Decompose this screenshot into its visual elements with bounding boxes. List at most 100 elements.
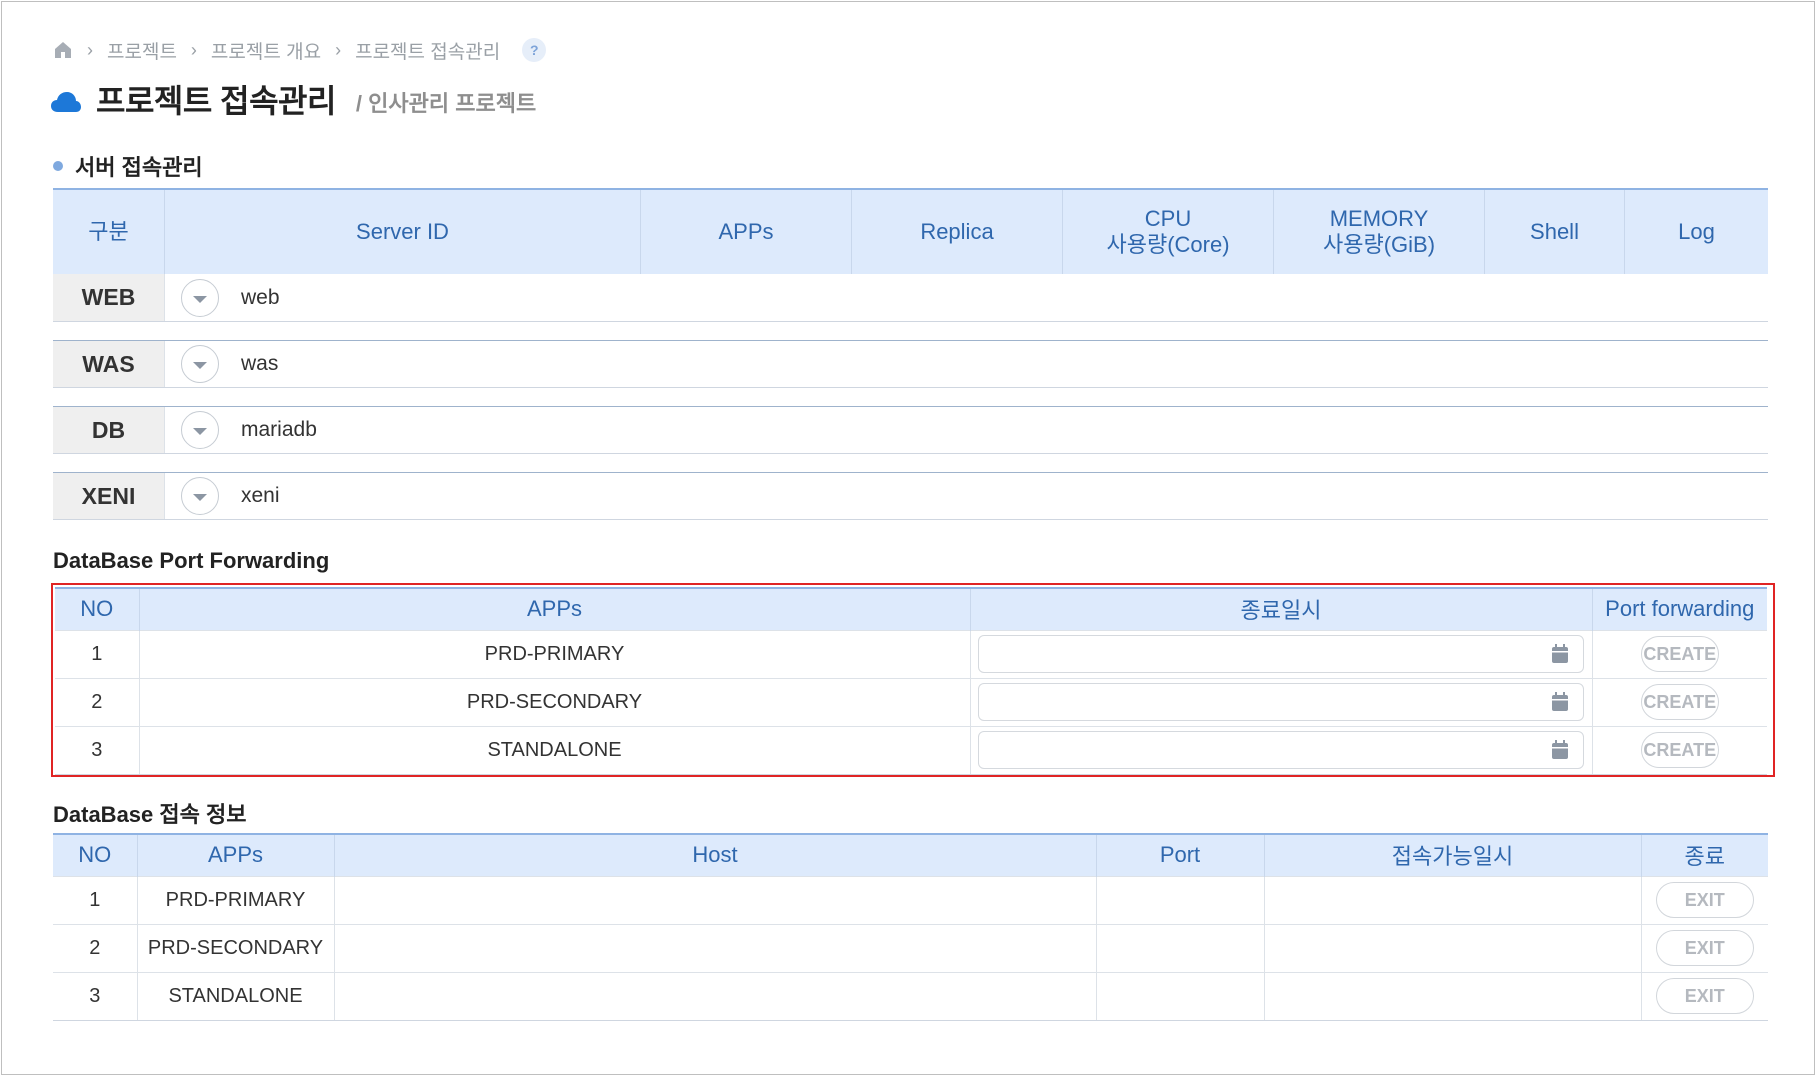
row-available: [1263, 971, 1641, 1021]
create-button[interactable]: CREATE: [1640, 684, 1719, 720]
chevron-down-icon[interactable]: [181, 345, 219, 383]
breadcrumb-item-access: 프로젝트 접속관리: [355, 41, 501, 63]
row-no: 3: [53, 971, 137, 1021]
server-row: DB mariadb: [53, 406, 1768, 454]
chevron-right-icon: ›: [87, 39, 93, 60]
col-end: 종료: [1640, 834, 1768, 876]
end-time-input[interactable]: [978, 635, 1584, 673]
server-name: web: [241, 285, 280, 309]
server-id-cell: web: [164, 274, 1768, 321]
port-forwarding-title: DataBase Port Forwarding: [53, 548, 330, 573]
col-memory: MEMORY 사용량(GiB): [1273, 190, 1484, 274]
server-name: was: [241, 352, 279, 375]
chevron-right-icon: ›: [190, 39, 197, 60]
end-time-input[interactable]: [978, 731, 1584, 769]
chevron-down-icon[interactable]: [181, 278, 219, 317]
col-memory-line2: 사용량(GiB): [1322, 232, 1436, 257]
row-app: STANDALONE: [138, 725, 970, 775]
server-table-header: 구분 Server ID APPs Replica CPU 사용량(Core) …: [53, 188, 1768, 274]
create-button[interactable]: CREATE: [1640, 732, 1719, 768]
page-subtitle: / 인사관리 프로젝트: [355, 91, 537, 116]
end-time-cell: [969, 677, 1592, 726]
page-title: 프로젝트 접속관리: [96, 83, 336, 119]
server-section-title: 서버 접속관리: [53, 150, 203, 182]
breadcrumb-item-project[interactable]: 프로젝트: [107, 37, 177, 64]
col-log: Log: [1624, 190, 1768, 274]
server-id-cell: mariadb: [164, 407, 1768, 453]
col-replica: Replica: [851, 190, 1062, 274]
table-row: 1 PRD-PRIMARY CREATE: [55, 629, 1767, 678]
action-cell: CREATE: [1591, 677, 1767, 726]
end-time-cell: [969, 725, 1592, 775]
col-apps: APPs: [138, 588, 970, 630]
chevron-right-icon: ›: [335, 39, 342, 60]
server-row: WAS was: [53, 340, 1768, 388]
row-host: [333, 923, 1096, 972]
col-no: NO: [55, 588, 139, 630]
chevron-down-icon[interactable]: [181, 477, 219, 515]
page-frame: › 프로젝트 › 프로젝트 개요 › 프로젝트 접속관리 ? 프로젝트 접속관리…: [1, 1, 1815, 1075]
port-forwarding-table: NO APPs 종료일시 Port forwarding 1 PRD-PRIMA…: [55, 587, 1767, 775]
row-app: STANDALONE: [136, 971, 334, 1021]
row-no: 3: [55, 725, 139, 775]
col-no: NO: [53, 834, 137, 876]
row-app: PRD-PRIMARY: [138, 629, 970, 678]
col-memory-line1: MEMORY: [1329, 206, 1429, 231]
table-row: 3 STANDALONE CREATE: [55, 725, 1767, 775]
col-server-id: Server ID: [164, 190, 640, 274]
create-button[interactable]: CREATE: [1640, 636, 1719, 672]
calendar-icon[interactable]: [1551, 644, 1569, 664]
col-apps: APPs: [136, 834, 334, 876]
col-port-forwarding: Port forwarding: [1591, 588, 1767, 630]
bullet-dot-icon: [53, 161, 63, 171]
row-port: [1095, 923, 1264, 972]
action-cell: EXIT: [1640, 923, 1768, 972]
col-end-time: 종료일시: [969, 588, 1592, 630]
breadcrumb-item-overview[interactable]: 프로젝트 개요: [211, 37, 321, 64]
row-no: 2: [53, 923, 137, 972]
action-cell: CREATE: [1591, 629, 1767, 678]
row-host: [333, 875, 1096, 924]
conn-info-title: DataBase 접속 정보: [53, 802, 247, 827]
exit-button[interactable]: EXIT: [1655, 930, 1754, 966]
col-gubun: 구분: [88, 219, 129, 244]
port-forwarding-highlight: NO APPs 종료일시 Port forwarding 1 PRD-PRIMA…: [51, 583, 1775, 777]
row-app: PRD-SECONDARY: [136, 923, 334, 972]
calendar-icon[interactable]: [1551, 692, 1569, 712]
chevron-down-icon[interactable]: [181, 411, 219, 449]
server-section-label: 서버 접속관리: [75, 155, 203, 180]
exit-button[interactable]: EXIT: [1655, 882, 1754, 918]
server-name: xeni: [241, 484, 280, 507]
col-port: Port: [1095, 834, 1264, 876]
table-row: 2 PRD-SECONDARY EXIT: [53, 923, 1768, 972]
server-row: XENI xeni: [53, 472, 1768, 520]
row-available: [1263, 923, 1641, 972]
end-time-input[interactable]: [978, 683, 1584, 721]
row-host: [333, 971, 1096, 1021]
home-icon[interactable]: [53, 40, 73, 60]
server-table: 구분 Server ID APPs Replica CPU 사용량(Core) …: [53, 188, 1768, 520]
row-port: [1095, 971, 1264, 1021]
exit-button[interactable]: EXIT: [1655, 978, 1754, 1014]
row-port: [1095, 875, 1264, 924]
server-id-cell: was: [164, 341, 1768, 387]
col-available-time: 접속가능일시: [1263, 834, 1641, 876]
table-row: 3 STANDALONE EXIT: [53, 971, 1768, 1021]
row-no: 1: [55, 629, 139, 678]
help-icon[interactable]: ?: [522, 38, 547, 62]
server-type: WEB: [53, 274, 164, 321]
row-available: [1263, 875, 1641, 924]
breadcrumb: › 프로젝트 › 프로젝트 개요 › 프로젝트 접속관리 ?: [53, 37, 547, 64]
server-row: WEB web: [53, 274, 1768, 322]
action-cell: EXIT: [1640, 971, 1768, 1021]
col-cpu: CPU 사용량(Core): [1062, 190, 1273, 274]
row-no: 2: [55, 677, 139, 726]
conn-info-table: NO APPs Host Port 접속가능일시 종료 1 PRD-PRIMAR…: [53, 833, 1768, 1021]
server-id-cell: xeni: [164, 473, 1768, 519]
calendar-icon[interactable]: [1551, 740, 1569, 760]
row-no: 1: [53, 875, 137, 924]
col-apps: APPs: [640, 190, 851, 274]
row-app: PRD-PRIMARY: [136, 875, 334, 924]
col-cpu-line2: 사용량(Core): [1106, 232, 1230, 257]
page-header: 프로젝트 접속관리 / 인사관리 프로젝트: [50, 78, 536, 122]
